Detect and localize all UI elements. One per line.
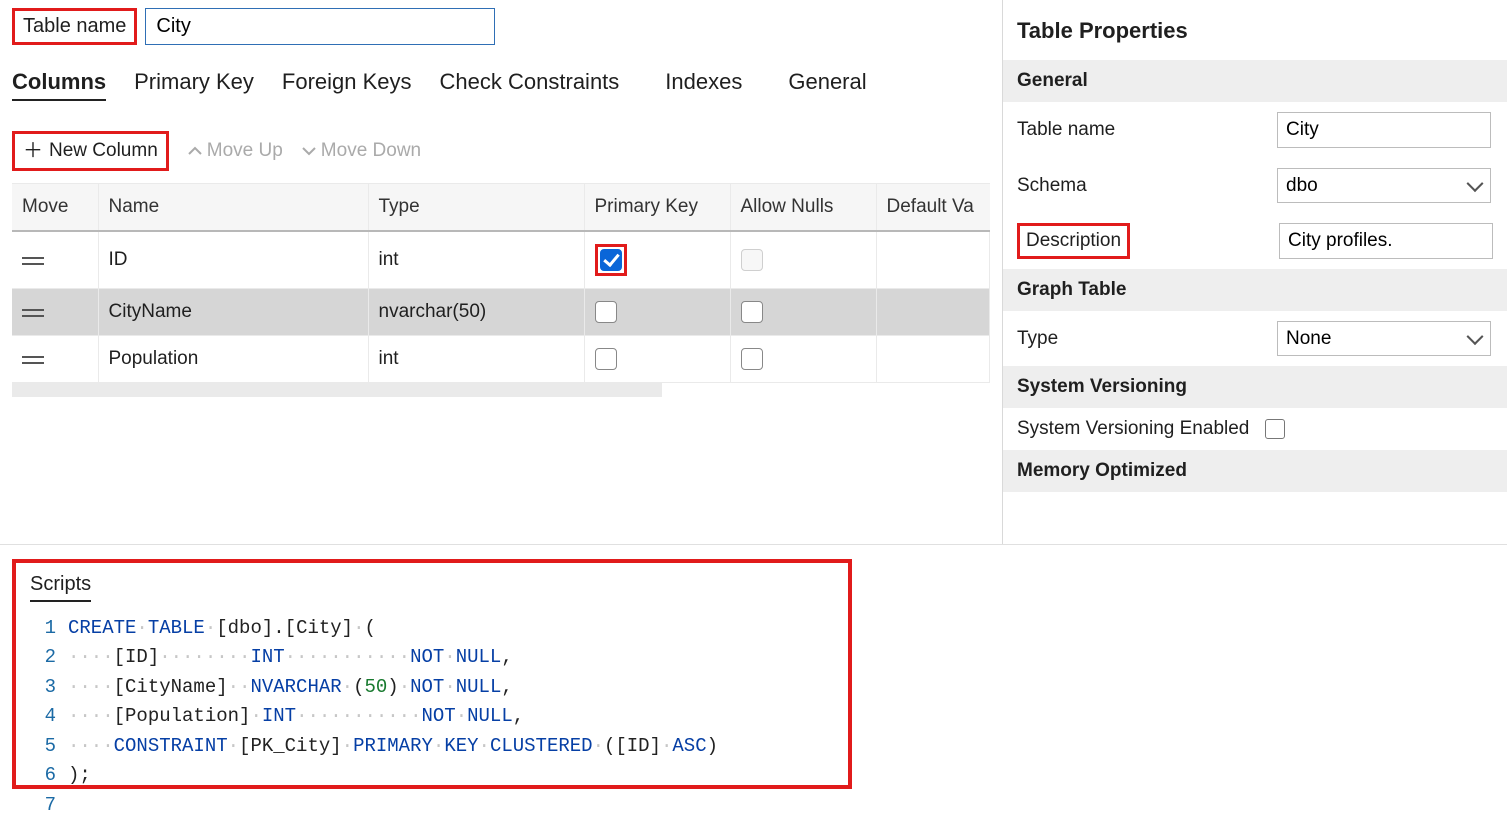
col-header-nulls[interactable]: Allow Nulls: [730, 184, 876, 231]
section-system-versioning: System Versioning: [1003, 366, 1507, 408]
chevron-down-icon: [301, 145, 317, 157]
properties-title: Table Properties: [1003, 0, 1507, 60]
tab-check-constraints[interactable]: Check Constraints: [440, 69, 620, 101]
horizontal-scrollbar[interactable]: [12, 383, 662, 397]
drag-handle-icon[interactable]: [22, 309, 44, 317]
drag-handle-icon[interactable]: [22, 356, 44, 364]
primary-key-checkbox[interactable]: [600, 249, 622, 271]
prop-table-name-label: Table name: [1017, 119, 1267, 141]
columns-grid: Move Name Type Primary Key Allow Nulls D…: [12, 183, 990, 397]
prop-sysver-label: System Versioning Enabled: [1017, 418, 1249, 440]
chevron-up-icon: [187, 145, 203, 157]
prop-schema-label: Schema: [1017, 175, 1267, 197]
plus-icon: ＋: [23, 141, 43, 161]
scripts-panel: Scripts 1CREATE·TABLE·[dbo].[City]·(2···…: [12, 559, 852, 789]
cell-name[interactable]: Population: [98, 336, 368, 383]
tab-general[interactable]: General: [788, 69, 866, 101]
cell-type[interactable]: nvarchar(50): [368, 289, 584, 336]
new-column-label: New Column: [49, 140, 158, 162]
move-up-button[interactable]: Move Up: [187, 140, 283, 162]
tab-foreign-keys[interactable]: Foreign Keys: [282, 69, 412, 101]
cell-type[interactable]: int: [368, 231, 584, 289]
section-general: General: [1003, 60, 1507, 102]
col-header-type[interactable]: Type: [368, 184, 584, 231]
cell-type[interactable]: int: [368, 336, 584, 383]
drag-handle-icon[interactable]: [22, 257, 44, 265]
cell-name[interactable]: CityName: [98, 289, 368, 336]
primary-key-checkbox[interactable]: [595, 348, 617, 370]
main-panel: Table name Columns Primary Key Foreign K…: [0, 0, 1002, 544]
prop-sysver-checkbox[interactable]: [1265, 419, 1285, 439]
scripts-title: Scripts: [30, 573, 91, 602]
cell-default[interactable]: [876, 231, 990, 289]
tab-primary-key[interactable]: Primary Key: [134, 69, 254, 101]
move-down-label: Move Down: [321, 140, 421, 162]
table-name-label: Table name: [12, 8, 137, 45]
prop-table-name-input[interactable]: [1277, 112, 1491, 148]
cell-default[interactable]: [876, 336, 990, 383]
move-up-label: Move Up: [207, 140, 283, 162]
tabs: Columns Primary Key Foreign Keys Check C…: [12, 69, 990, 101]
prop-type-label: Type: [1017, 328, 1267, 350]
new-column-button[interactable]: ＋ New Column: [12, 131, 169, 171]
scripts-code[interactable]: 1CREATE·TABLE·[dbo].[City]·(2····[ID]···…: [30, 614, 834, 820]
allow-nulls-checkbox: [741, 249, 763, 271]
cell-name[interactable]: ID: [98, 231, 368, 289]
col-header-move[interactable]: Move: [12, 184, 98, 231]
table-row[interactable]: Populationint: [12, 336, 990, 383]
section-memory-optimized: Memory Optimized: [1003, 450, 1507, 492]
prop-description-label: Description: [1017, 223, 1130, 259]
allow-nulls-checkbox[interactable]: [741, 301, 763, 323]
prop-type-select[interactable]: None: [1277, 321, 1491, 356]
section-graph-table: Graph Table: [1003, 269, 1507, 311]
col-header-name[interactable]: Name: [98, 184, 368, 231]
col-header-default[interactable]: Default Va: [876, 184, 990, 231]
primary-key-checkbox[interactable]: [595, 301, 617, 323]
cell-default[interactable]: [876, 289, 990, 336]
allow-nulls-checkbox[interactable]: [741, 348, 763, 370]
tab-columns[interactable]: Columns: [12, 69, 106, 101]
table-row[interactable]: CityNamenvarchar(50): [12, 289, 990, 336]
table-row[interactable]: IDint: [12, 231, 990, 289]
move-down-button[interactable]: Move Down: [301, 140, 421, 162]
col-header-pk[interactable]: Primary Key: [584, 184, 730, 231]
table-name-input[interactable]: [145, 8, 495, 45]
prop-description-input[interactable]: [1279, 223, 1493, 259]
prop-schema-select[interactable]: dbo: [1277, 168, 1491, 203]
tab-indexes[interactable]: Indexes: [665, 69, 742, 101]
properties-panel: Table Properties General Table name Sche…: [1002, 0, 1507, 544]
